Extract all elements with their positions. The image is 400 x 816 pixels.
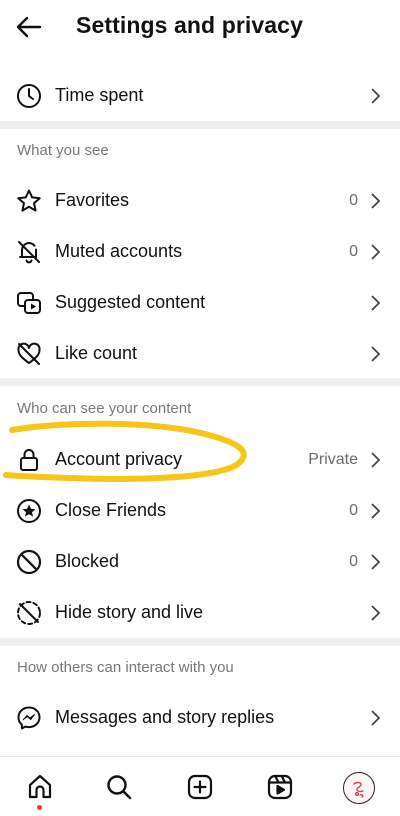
- settings-item-messages-and-story-replies[interactable]: Messages and story replies: [0, 692, 400, 743]
- chevron-right-icon: [368, 709, 382, 727]
- settings-item-blocked[interactable]: Blocked 0: [0, 536, 400, 587]
- avatar: [353, 781, 364, 798]
- settings-item-value: 0: [349, 191, 358, 209]
- arrow-left-icon: [16, 16, 42, 38]
- settings-item-label: Muted accounts: [55, 241, 183, 261]
- section-title-how-others-interact: How others can interact with you: [17, 659, 234, 676]
- settings-item-value: 0: [349, 501, 358, 519]
- chevron-right-icon: [368, 451, 382, 469]
- chevron-right-icon: [368, 604, 382, 622]
- section-divider: [0, 378, 400, 386]
- clock-icon: [15, 82, 43, 110]
- settings-item-favorites[interactable]: Favorites 0: [0, 175, 400, 226]
- settings-item-label: Messages and story replies: [55, 707, 275, 727]
- hide-story-icon: [15, 599, 43, 627]
- close-friends-star-icon: [15, 497, 43, 525]
- notification-dot: [37, 805, 42, 810]
- back-button[interactable]: [14, 12, 44, 42]
- bottom-navigation: [0, 756, 400, 816]
- settings-item-label: Blocked: [55, 551, 120, 571]
- nav-reels-button[interactable]: [264, 771, 296, 803]
- settings-item-label: Suggested content: [55, 292, 206, 312]
- settings-item-hide-story-and-live[interactable]: Hide story and live: [0, 587, 400, 638]
- bell-off-icon: [15, 238, 43, 266]
- chevron-right-icon: [368, 345, 382, 363]
- page-title: Settings and privacy: [76, 12, 303, 38]
- settings-item-label: Favorites: [55, 190, 130, 210]
- chevron-right-icon: [368, 553, 382, 571]
- section-title-what-you-see: What you see: [17, 142, 109, 159]
- chevron-right-icon: [368, 294, 382, 312]
- chevron-right-icon: [368, 502, 382, 520]
- settings-item-like-count[interactable]: Like count: [0, 328, 400, 379]
- settings-item-label: Close Friends: [55, 500, 167, 520]
- nav-create-button[interactable]: [184, 771, 216, 803]
- settings-item-suggested-content[interactable]: Suggested content: [0, 277, 400, 328]
- header: Settings and privacy: [0, 0, 400, 56]
- lock-icon: [15, 446, 43, 474]
- blocked-icon: [15, 548, 43, 576]
- messenger-icon: [15, 704, 43, 732]
- home-icon: [28, 774, 52, 799]
- settings-item-muted-accounts[interactable]: Muted accounts 0: [0, 226, 400, 277]
- nav-profile-avatar[interactable]: [343, 772, 375, 804]
- chevron-right-icon: [368, 243, 382, 261]
- reels-icon: [267, 774, 293, 800]
- chevron-right-icon: [368, 87, 382, 105]
- star-icon: [15, 187, 43, 215]
- settings-item-value: 0: [349, 552, 358, 570]
- settings-item-time-spent[interactable]: Time spent: [0, 70, 400, 121]
- section-divider: [0, 121, 400, 129]
- settings-item-label: Like count: [55, 343, 138, 363]
- heart-off-icon: [15, 340, 43, 368]
- suggested-content-icon: [15, 289, 43, 317]
- settings-item-label: Hide story and live: [55, 602, 204, 622]
- search-icon: [107, 775, 132, 800]
- settings-item-label: Account privacy: [55, 449, 183, 469]
- settings-item-label: Time spent: [55, 85, 144, 105]
- plus-square-icon: [187, 774, 213, 800]
- chevron-right-icon: [368, 192, 382, 210]
- settings-item-account-privacy[interactable]: Account privacy Private: [0, 434, 400, 485]
- nav-home-button[interactable]: [24, 771, 56, 803]
- section-title-who-can-see: Who can see your content: [17, 400, 192, 417]
- section-divider: [0, 638, 400, 646]
- settings-item-value: Private: [308, 450, 358, 468]
- settings-item-close-friends[interactable]: Close Friends 0: [0, 485, 400, 536]
- nav-search-button[interactable]: [103, 771, 135, 803]
- settings-item-value: 0: [349, 242, 358, 260]
